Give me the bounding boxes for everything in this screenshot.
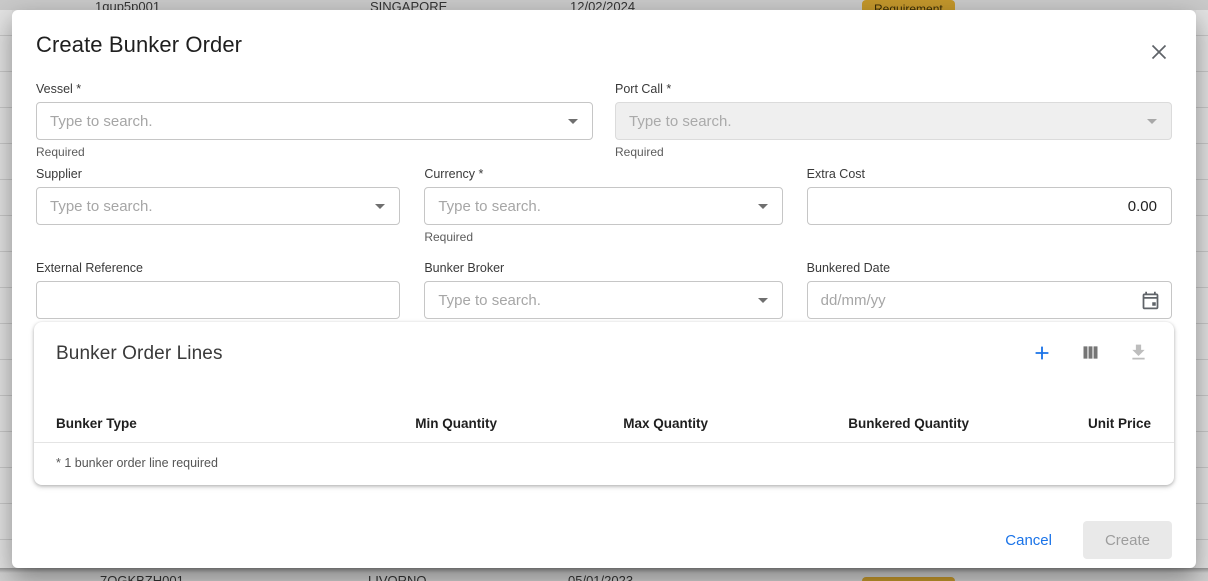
lines-card-header: Bunker Order Lines [34, 342, 1174, 366]
column-header-bunker-type: Bunker Type [56, 416, 317, 431]
column-settings-button[interactable] [1078, 342, 1102, 366]
create-bunker-order-dialog: Create Bunker Order Vessel * Required Po… [12, 10, 1196, 568]
supplier-field-group: Supplier [36, 167, 400, 243]
lines-section-title: Bunker Order Lines [56, 343, 223, 365]
column-header-max-quantity: Max Quantity [497, 416, 708, 431]
currency-field-group: Currency * Required [424, 167, 782, 243]
extra-cost-label: Extra Cost [807, 167, 1172, 182]
column-header-min-quantity: Min Quantity [317, 416, 497, 431]
plus-icon [1031, 342, 1053, 367]
port-call-input [616, 103, 1171, 139]
bunker-order-lines-card: Bunker Order Lines [34, 322, 1174, 485]
vessel-input[interactable] [37, 103, 592, 139]
background-right-edge [1196, 0, 1208, 581]
download-icon [1128, 342, 1149, 366]
bunker-broker-label: Bunker Broker [424, 261, 782, 276]
port-call-helper-text: Required [615, 146, 1172, 158]
currency-select[interactable] [424, 187, 782, 225]
currency-input[interactable] [425, 188, 781, 224]
bunkered-date-input[interactable] [808, 282, 1171, 318]
create-button[interactable]: Create [1083, 521, 1172, 559]
external-reference-input[interactable] [37, 282, 399, 318]
row-date: 05/01/2023 [568, 573, 633, 581]
row-port: LIVORNO [368, 573, 427, 581]
bunkered-date-field-group: Bunkered Date [807, 261, 1172, 319]
add-line-button[interactable] [1030, 342, 1054, 366]
port-call-label: Port Call * [615, 82, 1172, 97]
status-badge: Requirement [862, 577, 955, 581]
row-reference: 7QGKBZH001 [100, 573, 184, 581]
close-button[interactable] [1146, 40, 1172, 66]
row-date: 12/02/2024 [570, 0, 635, 10]
column-header-bunkered-quantity: Bunkered Quantity [708, 416, 969, 431]
view-column-icon [1080, 342, 1101, 366]
row-reference: 1qup5p001 [95, 0, 160, 10]
background-table-row: 1qup5p001 SINGAPORE 12/02/2024 Requireme… [0, 0, 1208, 10]
vessel-field-group: Vessel * Required [36, 82, 593, 158]
lines-required-message: * 1 bunker order line required [34, 443, 1174, 485]
supplier-input[interactable] [37, 188, 399, 224]
bunker-broker-input[interactable] [425, 282, 781, 318]
extra-cost-input[interactable] [808, 188, 1171, 224]
port-call-field-group: Port Call * Required [615, 82, 1172, 158]
supplier-label: Supplier [36, 167, 400, 182]
extra-cost-field[interactable] [807, 187, 1172, 225]
bunker-broker-field-group: Bunker Broker [424, 261, 782, 319]
vessel-label: Vessel * [36, 82, 593, 97]
extra-cost-field-group: Extra Cost [807, 167, 1172, 243]
status-badge: Requirement [862, 0, 955, 10]
bunkered-date-label: Bunkered Date [807, 261, 1172, 276]
currency-label: Currency * [424, 167, 782, 182]
form-row-1: Vessel * Required Port Call * Required [36, 82, 1172, 158]
port-call-select [615, 102, 1172, 140]
close-icon [1149, 42, 1169, 65]
background-table-row: 7QGKBZH001 LIVORNO 05/01/2023 Requiremen… [0, 568, 1208, 581]
external-reference-field[interactable] [36, 281, 400, 319]
supplier-select[interactable] [36, 187, 400, 225]
row-port: SINGAPORE [370, 0, 447, 10]
dialog-title: Create Bunker Order [36, 32, 1172, 58]
cancel-button[interactable]: Cancel [1001, 526, 1056, 555]
vessel-select[interactable] [36, 102, 593, 140]
external-reference-field-group: External Reference [36, 261, 400, 319]
currency-helper-text: Required [424, 231, 782, 243]
lines-table-header: Bunker Type Min Quantity Max Quantity Bu… [34, 416, 1174, 443]
external-reference-label: External Reference [36, 261, 400, 276]
column-header-unit-price: Unit Price [969, 416, 1151, 431]
dialog-actions: Cancel Create [36, 521, 1172, 559]
lines-toolbar [1030, 342, 1150, 366]
vessel-helper-text: Required [36, 146, 593, 158]
bunkered-date-field[interactable] [807, 281, 1172, 319]
background-left-edge [0, 0, 12, 581]
bunker-broker-select[interactable] [424, 281, 782, 319]
download-button[interactable] [1126, 342, 1150, 366]
form-row-2: Supplier Currency * Required Extra Cost [36, 167, 1172, 243]
form-row-3: External Reference Bunker Broker Bunkere… [36, 261, 1172, 319]
